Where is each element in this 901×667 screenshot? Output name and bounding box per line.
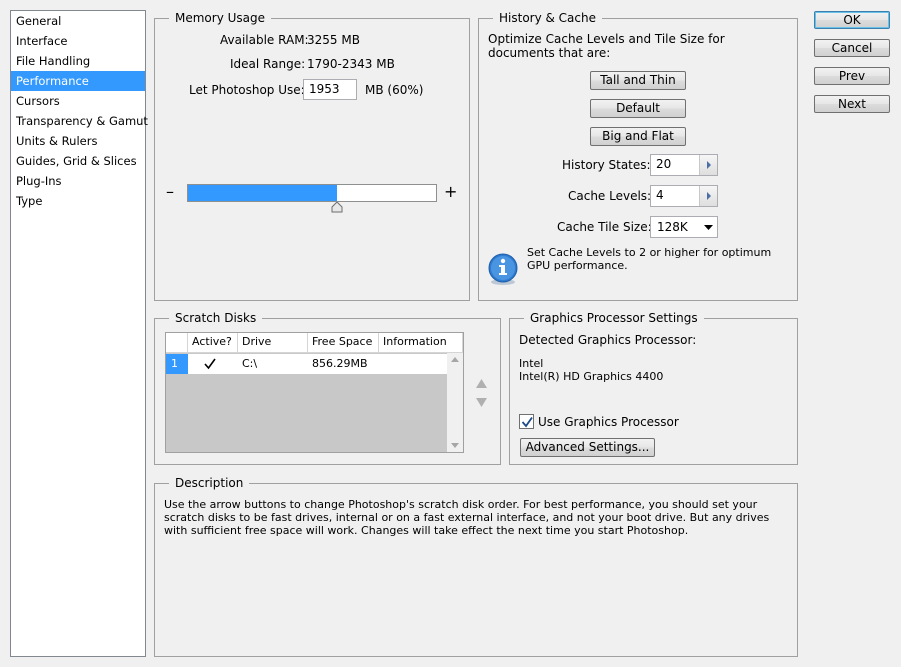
- memory-use-value: 1953: [309, 82, 340, 96]
- ideal-range-label: Ideal Range:: [230, 57, 306, 71]
- table-header-drive[interactable]: Drive: [238, 333, 308, 353]
- sidebar-item-cursors[interactable]: Cursors: [11, 91, 145, 111]
- cancel-button[interactable]: Cancel: [814, 39, 890, 57]
- table-header-information[interactable]: Information: [379, 333, 463, 353]
- table-row[interactable]: 1 C:\ 856.29MB: [166, 354, 448, 374]
- history-states-arrow-icon[interactable]: [699, 155, 717, 175]
- memory-increase-button[interactable]: +: [444, 183, 457, 201]
- detected-gpu-label: Detected Graphics Processor:: [519, 333, 697, 347]
- checkmark-icon: [521, 416, 533, 428]
- cache-levels-arrow-icon[interactable]: [699, 186, 717, 206]
- checkmark-icon: [204, 358, 216, 370]
- memory-usage-title: Memory Usage: [169, 10, 272, 26]
- gpu-info-text: Set Cache Levels to 2 or higher for opti…: [527, 246, 772, 272]
- preferences-sidebar: General Interface File Handling Performance…: [10, 10, 148, 657]
- gpu-model: Intel(R) HD Graphics 4400: [519, 370, 664, 383]
- memory-decrease-button[interactable]: –: [166, 183, 174, 201]
- prev-button[interactable]: Prev: [814, 67, 890, 85]
- cache-tile-size-label: Cache Tile Size:: [557, 220, 652, 234]
- sidebar-item-type[interactable]: Type: [11, 191, 145, 211]
- default-button[interactable]: Default: [590, 99, 686, 118]
- let-photoshop-use-label: Let Photoshop Use:: [189, 83, 305, 97]
- table-scrollbar[interactable]: [447, 353, 463, 452]
- history-states-value: 20: [656, 157, 672, 171]
- table-header-active[interactable]: Active?: [188, 333, 238, 353]
- cache-levels-field[interactable]: 4: [650, 185, 718, 207]
- use-gpu-checkbox[interactable]: [519, 414, 534, 429]
- row-free-space: 856.29MB: [312, 357, 368, 370]
- cache-levels-value: 4: [656, 188, 664, 202]
- info-icon: [488, 253, 518, 285]
- sidebar-list: General Interface File Handling Performance…: [11, 11, 148, 211]
- table-header-free-space[interactable]: Free Space: [308, 333, 379, 353]
- cache-levels-label: Cache Levels:: [568, 189, 652, 203]
- cache-tile-size-select[interactable]: 128K: [650, 216, 718, 238]
- sidebar-item-transparency-gamut[interactable]: Transparency & Gamut: [11, 111, 148, 131]
- ok-button[interactable]: OK: [814, 11, 890, 29]
- history-states-field[interactable]: 20: [650, 154, 718, 176]
- sidebar-item-units-rulers[interactable]: Units & Rulers: [11, 131, 145, 151]
- big-and-flat-button[interactable]: Big and Flat: [590, 127, 686, 146]
- history-states-label: History States:: [562, 158, 651, 172]
- chevron-down-icon: [704, 225, 713, 230]
- scratch-disks-title: Scratch Disks: [169, 310, 263, 326]
- history-cache-title: History & Cache: [493, 10, 602, 26]
- available-ram-label: Available RAM:: [220, 33, 309, 47]
- table-header-index: [166, 333, 188, 353]
- optimize-text: Optimize Cache Levels and Tile Size for …: [488, 32, 725, 60]
- scratch-disks-table: Active? Drive Free Space Information 1 C…: [165, 332, 464, 453]
- move-up-arrow-icon[interactable]: [476, 379, 487, 388]
- scroll-up-icon[interactable]: [451, 357, 459, 362]
- sidebar-item-performance[interactable]: Performance: [11, 71, 145, 91]
- description-title: Description: [169, 475, 250, 491]
- memory-use-unit: MB (60%): [365, 83, 424, 97]
- cache-tile-size-value: 128K: [657, 220, 688, 234]
- gpu-vendor: Intel: [519, 357, 544, 370]
- memory-slider-fill: [188, 185, 337, 201]
- sidebar-item-file-handling[interactable]: File Handling: [11, 51, 145, 71]
- memory-use-input[interactable]: 1953: [303, 79, 357, 100]
- advanced-settings-button[interactable]: Advanced Settings...: [520, 438, 655, 457]
- ideal-range-value: 1790-2343 MB: [307, 57, 395, 71]
- scroll-down-icon[interactable]: [451, 443, 459, 448]
- gpu-settings-title: Graphics Processor Settings: [524, 310, 704, 326]
- tall-and-thin-button[interactable]: Tall and Thin: [590, 71, 686, 90]
- sidebar-item-plug-ins[interactable]: Plug-Ins: [11, 171, 145, 191]
- next-button[interactable]: Next: [814, 95, 890, 113]
- memory-slider-track[interactable]: [187, 184, 437, 202]
- sidebar-item-guides-grid-slices[interactable]: Guides, Grid & Slices: [11, 151, 145, 171]
- row-drive: C:\: [242, 357, 258, 370]
- row-index: 1: [166, 354, 188, 374]
- description-text: Use the arrow buttons to change Photosho…: [164, 498, 770, 537]
- sidebar-item-general[interactable]: General: [11, 11, 145, 31]
- memory-slider-thumb[interactable]: [331, 202, 343, 213]
- use-gpu-label[interactable]: Use Graphics Processor: [538, 414, 679, 430]
- move-down-arrow-icon[interactable]: [476, 398, 487, 407]
- sidebar-item-interface[interactable]: Interface: [11, 31, 145, 51]
- available-ram-value: 3255 MB: [307, 33, 360, 47]
- active-checkbox[interactable]: [204, 354, 218, 374]
